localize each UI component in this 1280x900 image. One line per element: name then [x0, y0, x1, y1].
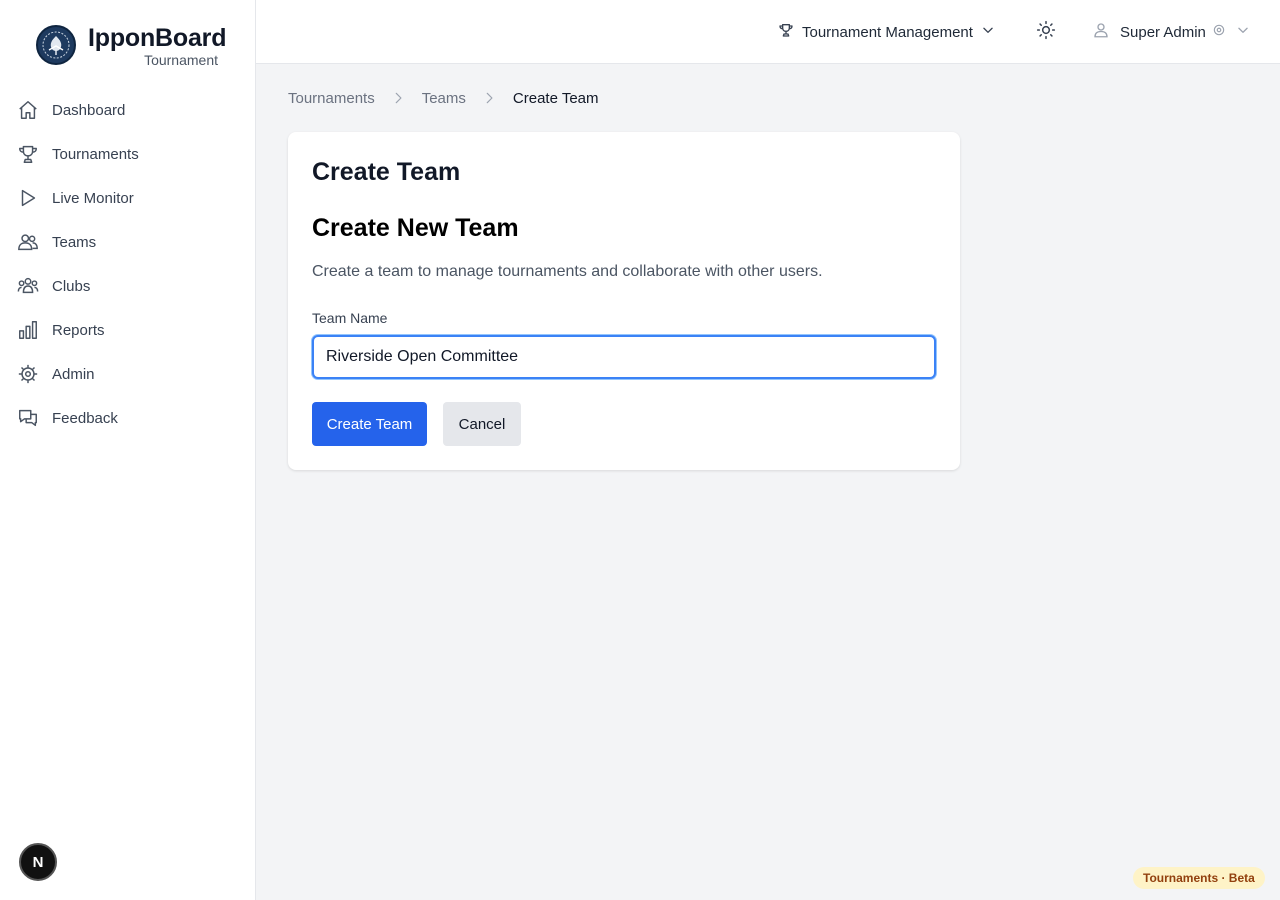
- play-icon: [17, 187, 39, 209]
- user-icon: [1092, 21, 1110, 44]
- chevron-right-icon: [466, 91, 513, 105]
- sidebar-item-label: Tournaments: [52, 145, 139, 163]
- sidebar-item-label: Teams: [52, 233, 97, 251]
- bar-chart-icon: [17, 319, 39, 341]
- team-name-label: Team Name: [312, 310, 388, 326]
- sidebar-item-feedback[interactable]: Feedback: [0, 396, 256, 440]
- sidebar-item-label: Dashboard: [52, 101, 126, 119]
- sidebar-item-tournaments[interactable]: Tournaments: [0, 132, 256, 176]
- breadcrumb-teams[interactable]: Teams: [422, 90, 466, 107]
- home-icon: [17, 99, 39, 121]
- sidebar-item-dashboard[interactable]: Dashboard: [0, 88, 256, 132]
- sidebar-nav: Dashboard Tournaments Live Monitor Teams…: [0, 88, 256, 440]
- sun-icon: [1036, 20, 1056, 45]
- brand[interactable]: IpponBoard Tournament: [36, 24, 236, 70]
- sidebar-item-label: Admin: [52, 365, 95, 383]
- team-name-input[interactable]: [312, 335, 936, 379]
- form-title: Create New Team: [312, 214, 519, 242]
- sidebar-item-label: Reports: [52, 321, 105, 339]
- create-team-card: Create Team Create New Team Create a tea…: [288, 132, 960, 470]
- user-name: Super Admin: [1120, 23, 1206, 41]
- settings-icon: [1212, 23, 1226, 42]
- form-description: Create a team to manage tournaments and …: [312, 263, 823, 280]
- sidebar-item-reports[interactable]: Reports: [0, 308, 256, 352]
- trophy-icon: [778, 22, 794, 43]
- cog-icon: [17, 363, 39, 385]
- sidebar-item-label: Feedback: [52, 409, 118, 427]
- beta-badge: Tournaments · Beta: [1133, 867, 1265, 889]
- breadcrumb-tournaments[interactable]: Tournaments: [288, 90, 375, 107]
- brand-logo: [36, 25, 76, 65]
- sidebar-item-teams[interactable]: Teams: [0, 220, 256, 264]
- sidebar: IpponBoard Tournament Dashboard Tourname…: [0, 0, 256, 900]
- breadcrumb: Tournaments Teams Create Team: [288, 88, 599, 108]
- user-menu[interactable]: Super Admin: [1092, 20, 1250, 44]
- page-title: Create Team: [312, 158, 461, 186]
- brand-subtitle: Tournament: [144, 52, 218, 68]
- chevron-down-icon: [1236, 23, 1250, 42]
- theme-toggle-button[interactable]: [1034, 20, 1058, 44]
- create-team-button[interactable]: Create Team: [312, 402, 427, 446]
- workspace-label: Tournament Management: [802, 23, 973, 41]
- user-group-icon: [17, 275, 39, 297]
- sidebar-item-admin[interactable]: Admin: [0, 352, 256, 396]
- chevron-down-icon: [981, 23, 995, 42]
- top-header: Tournament Management Super Admin: [256, 0, 1280, 64]
- users-icon: [17, 231, 39, 253]
- dev-tools-badge[interactable]: N: [19, 843, 57, 881]
- chevron-right-icon: [375, 91, 422, 105]
- workspace-switcher[interactable]: Tournament Management: [778, 20, 995, 44]
- sidebar-item-label: Live Monitor: [52, 189, 134, 207]
- sidebar-item-label: Clubs: [52, 277, 91, 295]
- breadcrumb-current: Create Team: [512, 89, 599, 107]
- trophy-icon: [17, 143, 39, 165]
- sidebar-item-clubs[interactable]: Clubs: [0, 264, 256, 308]
- cancel-button[interactable]: Cancel: [443, 402, 521, 446]
- chat-bubbles-icon: [17, 407, 39, 429]
- brand-name: IpponBoard: [88, 24, 227, 52]
- sidebar-item-live-monitor[interactable]: Live Monitor: [0, 176, 256, 220]
